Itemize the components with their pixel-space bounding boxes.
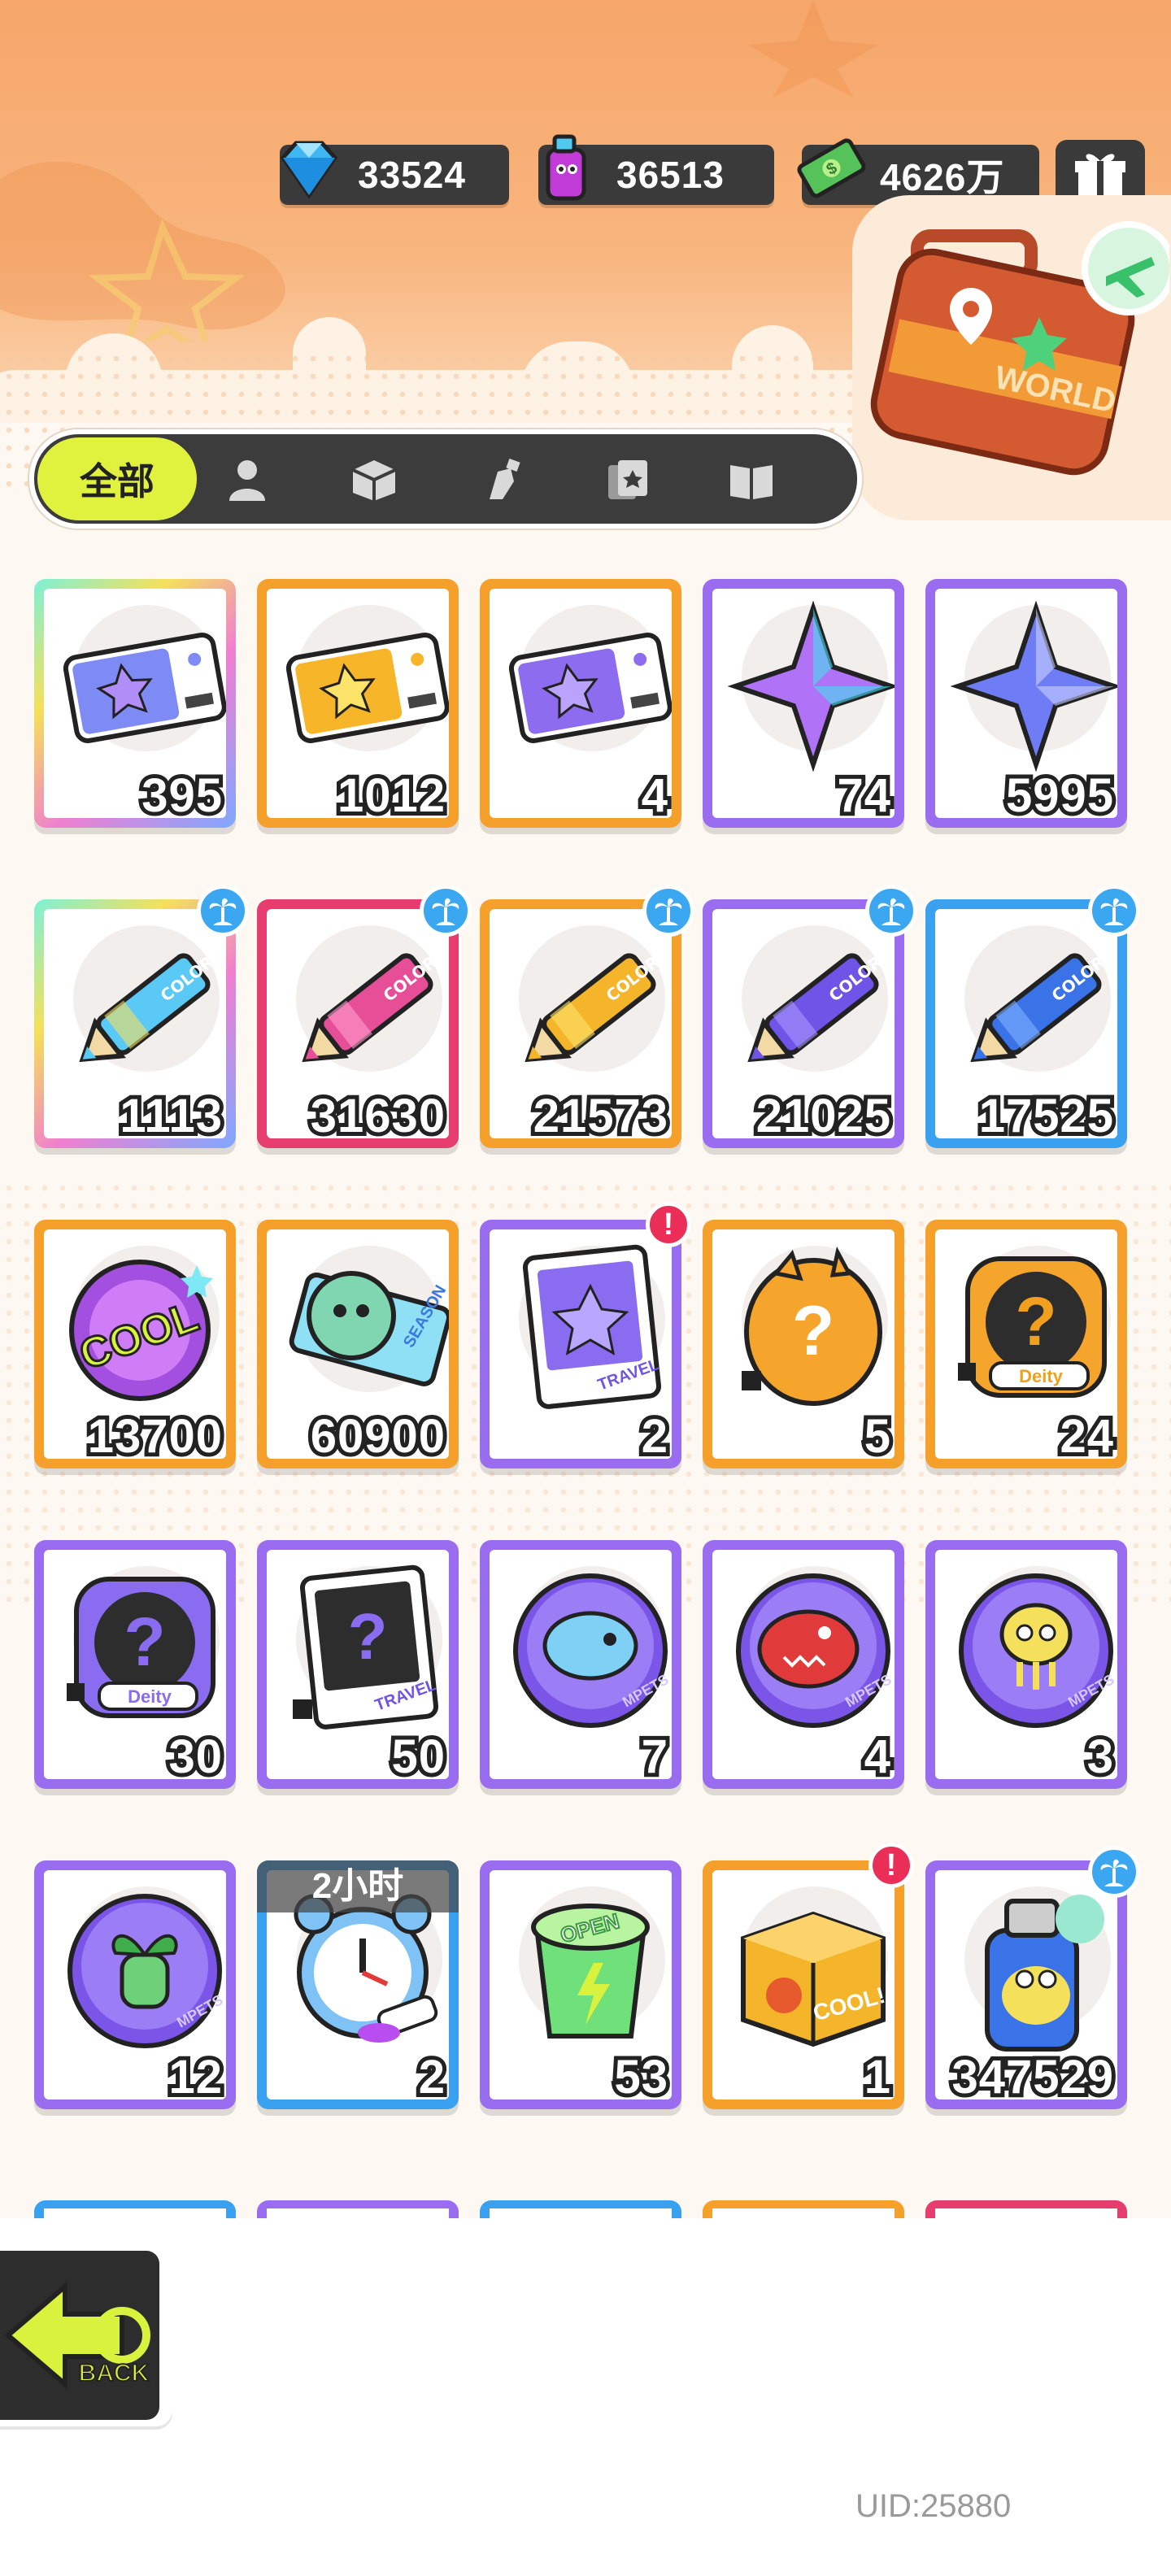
diamond-icon bbox=[280, 141, 338, 199]
svg-text:Deity: Deity bbox=[128, 1686, 172, 1707]
currency-value: 36513 bbox=[616, 154, 725, 196]
inventory-item-ticket-violet[interactable]: 4 bbox=[480, 579, 681, 833]
inventory-item-partial[interactable] bbox=[480, 2200, 681, 2218]
inventory-item-mystery-egg[interactable]: ? 5 bbox=[703, 1220, 904, 1473]
suitcase-icon: WORLD bbox=[870, 221, 1169, 476]
palm-badge-icon bbox=[642, 885, 694, 937]
inventory-item-star-rainbow[interactable]: 74 bbox=[703, 579, 904, 833]
alert-badge-icon: ! bbox=[646, 1202, 691, 1247]
inventory-item-pet-fish[interactable]: MPETS 7 bbox=[480, 1540, 681, 1794]
item-count: 21025 bbox=[752, 1089, 895, 1144]
box-icon[interactable] bbox=[350, 457, 398, 503]
inventory-item-ticket-yellow[interactable]: 1012 bbox=[257, 579, 459, 833]
world-map-button[interactable]: WORLD bbox=[852, 195, 1171, 520]
uid-label: UID:25880 bbox=[855, 2488, 1012, 2524]
inventory-item-cool-box[interactable]: COOL! 1! bbox=[703, 1843, 914, 2114]
palm-tree-icon bbox=[655, 898, 682, 925]
back-button-face: BACK bbox=[0, 2251, 159, 2420]
item-count: 5 bbox=[860, 1409, 895, 1464]
palm-badge-icon bbox=[420, 885, 472, 937]
palm-tree-icon bbox=[1100, 898, 1128, 925]
item-count: 4 bbox=[860, 1730, 895, 1785]
inventory-item-travel-mystery[interactable]: ? TRAVEL 50 bbox=[257, 1540, 459, 1794]
item-count: 395 bbox=[137, 768, 226, 824]
palm-tree-icon bbox=[1100, 1859, 1128, 1886]
item-count: 17525 bbox=[975, 1089, 1117, 1144]
item-count: 5995 bbox=[1002, 768, 1117, 824]
item-count: 53 bbox=[611, 2050, 672, 2105]
inventory-item-crayon-purple[interactable]: COLOR 21025 bbox=[703, 885, 917, 1153]
inventory-item-cool-sticker[interactable]: COOL 13700 bbox=[34, 1220, 236, 1473]
item-count: 12 bbox=[165, 2050, 226, 2105]
inventory-item-alarm-clock[interactable]: 2小时 2 bbox=[257, 1860, 459, 2114]
category-tabs: 全部 bbox=[29, 429, 862, 529]
item-count: 1113 bbox=[115, 1089, 226, 1144]
palm-badge-icon bbox=[865, 885, 917, 937]
inventory-item-crayon-blue[interactable]: COLOR 17525 bbox=[925, 885, 1140, 1153]
svg-text:?: ? bbox=[124, 1603, 165, 1680]
palm-tree-icon bbox=[877, 898, 905, 925]
gift-icon bbox=[1075, 154, 1125, 197]
inventory-item-spray-can-blue[interactable]: 347529 bbox=[925, 1846, 1140, 2114]
currency-diamond[interactable]: 33524 bbox=[280, 141, 509, 205]
currency-value: 4626万 bbox=[880, 156, 1005, 198]
item-count: 13700 bbox=[84, 1409, 226, 1464]
book-icon[interactable] bbox=[727, 457, 776, 503]
cards-icon[interactable] bbox=[603, 457, 652, 503]
item-count: 7 bbox=[638, 1730, 672, 1785]
tab-all[interactable]: 全部 bbox=[37, 437, 197, 520]
back-arrow-icon: BACK bbox=[4, 2281, 150, 2390]
inventory-item-pet-jelly[interactable]: MPETS 3 bbox=[925, 1540, 1127, 1794]
palm-tree-icon bbox=[209, 898, 237, 925]
palm-badge-icon bbox=[197, 885, 249, 937]
item-count: 1012 bbox=[333, 768, 449, 824]
inventory-item-deity-mystery-gold[interactable]: ? Deity 24 bbox=[925, 1220, 1127, 1473]
item-count: 1 bbox=[860, 2050, 895, 2105]
inventory-item-partial[interactable] bbox=[34, 2200, 236, 2218]
inventory-item-travel-card[interactable]: TRAVEL 2! bbox=[480, 1202, 691, 1473]
inventory-item-deity-mystery-purple[interactable]: ? Deity 30 bbox=[34, 1540, 236, 1794]
inventory-item-partial[interactable] bbox=[925, 2200, 1127, 2218]
spray-icon[interactable] bbox=[478, 457, 527, 503]
svg-text:?: ? bbox=[348, 1600, 388, 1673]
inventory-item-partial[interactable] bbox=[703, 2200, 904, 2218]
currency-spray[interactable]: 36513 bbox=[538, 134, 774, 205]
item-count: 3 bbox=[1083, 1730, 1117, 1785]
svg-text:Deity: Deity bbox=[1019, 1366, 1064, 1386]
item-count: 60900 bbox=[307, 1409, 449, 1464]
inventory-item-pet-sprout[interactable]: MPETS 12 bbox=[34, 1860, 236, 2114]
svg-text:?: ? bbox=[792, 1292, 835, 1370]
cash-icon: $ bbox=[797, 138, 866, 198]
svg-text:?: ? bbox=[1015, 1283, 1056, 1360]
item-count: 2 bbox=[638, 1409, 672, 1464]
item-count: 24 bbox=[1056, 1409, 1117, 1464]
inventory-item-star-blue[interactable]: 5995 bbox=[925, 579, 1127, 833]
item-count: 347529 bbox=[947, 2050, 1117, 2105]
item-count: 4 bbox=[638, 768, 672, 824]
inventory-item-crayon-pink[interactable]: COLOR 31630 bbox=[257, 885, 472, 1153]
alert-badge-icon: ! bbox=[868, 1843, 914, 1888]
item-count: 31630 bbox=[307, 1089, 449, 1144]
spray-can-icon bbox=[546, 134, 586, 201]
inventory-item-crayon-rainbow[interactable]: COLOR 1113 bbox=[34, 885, 249, 1153]
palm-tree-icon bbox=[432, 898, 459, 925]
back-button[interactable]: BACK bbox=[0, 2244, 172, 2426]
palm-badge-icon bbox=[1088, 885, 1140, 937]
item-count: 74 bbox=[834, 768, 895, 824]
item-count: 2 bbox=[415, 2050, 449, 2105]
item-count: 50 bbox=[388, 1730, 449, 1785]
inventory-item-crayon-yellow[interactable]: COLOR 21573 bbox=[480, 885, 694, 1153]
inventory-item-open-cup[interactable]: OPEN 53 bbox=[480, 1860, 681, 2114]
item-count: 21573 bbox=[529, 1089, 672, 1144]
person-icon[interactable] bbox=[223, 457, 272, 503]
inventory-item-partial[interactable] bbox=[257, 2200, 459, 2218]
palm-badge-icon bbox=[1088, 1846, 1140, 1898]
back-label: BACK bbox=[79, 2360, 150, 2387]
item-count: 30 bbox=[165, 1730, 226, 1785]
inventory-item-pet-red-fish[interactable]: MPETS 4 bbox=[703, 1540, 904, 1794]
inventory-item-season-ticket[interactable]: SEASON 60900 bbox=[257, 1220, 459, 1473]
timer-label: 2小时 bbox=[257, 1860, 459, 1912]
inventory-item-ticket-purple[interactable]: 395 bbox=[34, 579, 236, 833]
currency-value: 33524 bbox=[358, 154, 466, 196]
